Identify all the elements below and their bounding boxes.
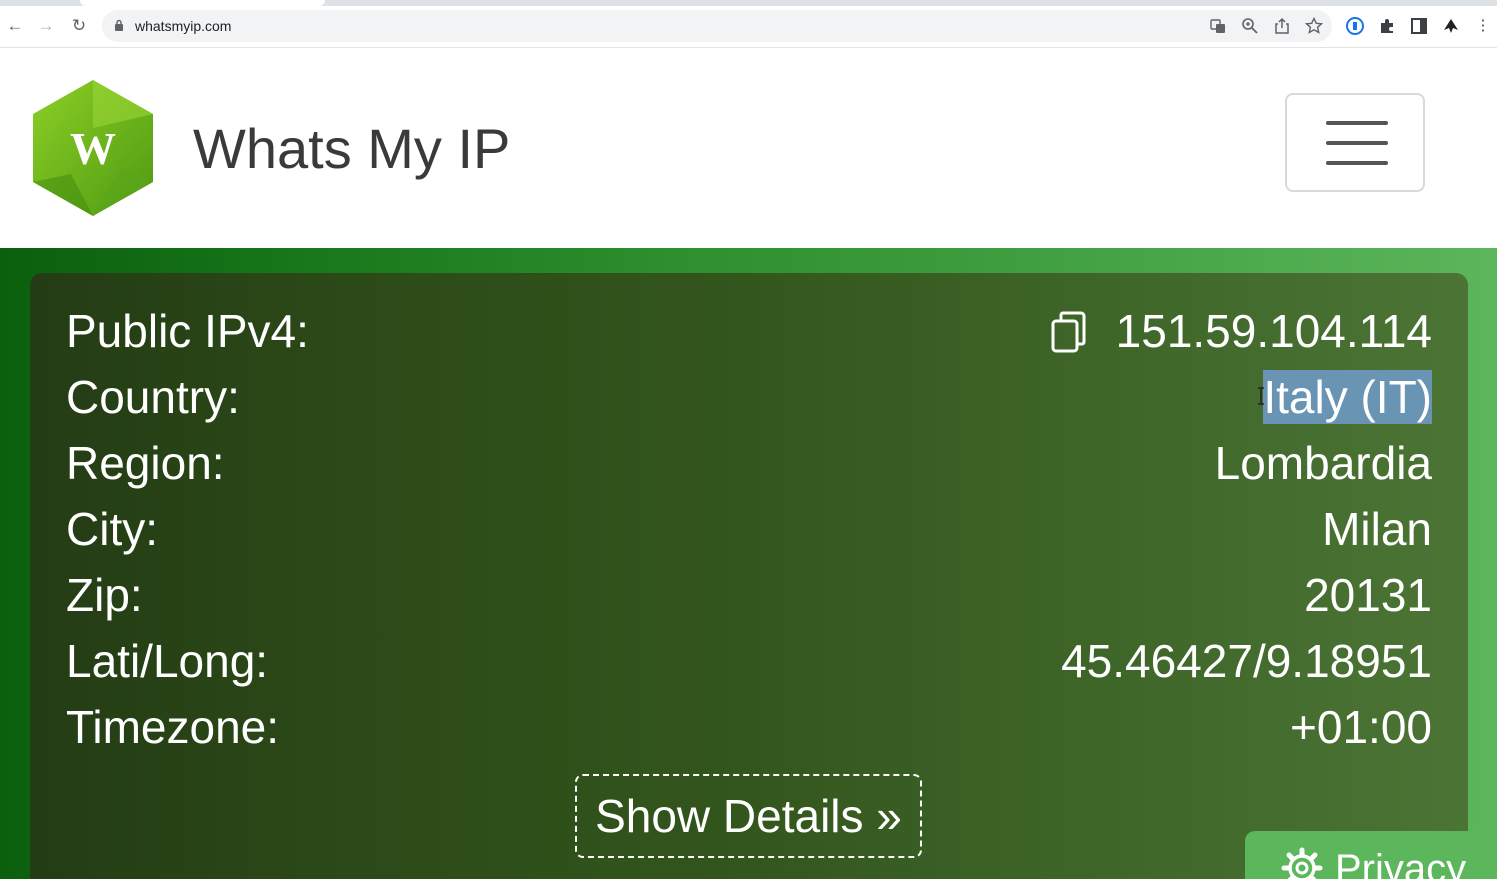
ipv4-label: Public IPv4:	[66, 305, 309, 357]
zip-value[interactable]: 20131	[1304, 568, 1432, 622]
info-row-ipv4: Public IPv4: 151.59.104.114	[66, 298, 1432, 364]
address-bar[interactable]: whatsmyip.com	[102, 10, 1332, 42]
reload-icon[interactable]: ↻	[67, 14, 91, 38]
browser-toolbar: ← → ↻ whatsmyip.com ⋮	[0, 6, 1497, 48]
info-row-city: City: Milan	[66, 496, 1432, 562]
puzzle-icon[interactable]	[1377, 16, 1397, 36]
share-icon[interactable]	[1272, 16, 1292, 36]
privacy-button[interactable]: Privacy	[1245, 831, 1497, 879]
info-row-timezone: Timezone: +01:00	[66, 694, 1432, 760]
menu-line-icon	[1326, 121, 1388, 125]
text-cursor-icon	[1258, 387, 1264, 405]
sidepanel-icon[interactable]	[1409, 16, 1429, 36]
site-header: W Whats My IP	[0, 48, 1497, 248]
copy-icon[interactable]	[1050, 310, 1088, 354]
city-value[interactable]: Milan	[1322, 502, 1432, 556]
menu-line-icon	[1326, 161, 1388, 165]
country-label: Country:	[66, 371, 240, 423]
logo-letter: W	[70, 123, 116, 174]
bookmark-star-icon[interactable]	[1304, 16, 1324, 36]
site-title[interactable]: Whats My IP	[193, 116, 510, 181]
lock-icon	[115, 19, 123, 31]
extension-icon[interactable]	[1345, 16, 1365, 36]
city-label: City:	[66, 503, 158, 555]
gear-icon	[1281, 847, 1323, 879]
menu-line-icon	[1326, 141, 1388, 145]
site-logo[interactable]: W	[31, 78, 155, 218]
latlong-value[interactable]: 45.46427/9.18951	[1061, 634, 1432, 688]
info-row-latlong: Lati/Long: 45.46427/9.18951	[66, 628, 1432, 694]
zoom-icon[interactable]	[1240, 16, 1260, 36]
country-value[interactable]: Italy (IT)	[1263, 370, 1432, 424]
privacy-label: Privacy	[1335, 847, 1467, 879]
timezone-label: Timezone:	[66, 701, 280, 753]
info-row-zip: Zip: 20131	[66, 562, 1432, 628]
region-value[interactable]: Lombardia	[1215, 436, 1432, 490]
more-icon[interactable]: ⋮	[1473, 16, 1493, 36]
forward-icon[interactable]: →	[34, 14, 58, 38]
url-text[interactable]: whatsmyip.com	[135, 18, 231, 34]
translate-icon[interactable]	[1208, 16, 1228, 36]
ipv4-value[interactable]: 151.59.104.114	[1116, 304, 1432, 358]
profile-icon[interactable]	[1441, 16, 1461, 36]
latlong-label: Lati/Long:	[66, 635, 269, 687]
zip-label: Zip:	[66, 569, 143, 621]
region-label: Region:	[66, 437, 225, 489]
show-details-button[interactable]: Show Details »	[575, 774, 922, 858]
hamburger-menu-button[interactable]	[1285, 93, 1425, 192]
info-row-country: Country: Italy (IT)	[66, 364, 1432, 430]
info-row-region: Region: Lombardia	[66, 430, 1432, 496]
timezone-value[interactable]: +01:00	[1290, 700, 1432, 754]
back-icon[interactable]: ←	[3, 14, 27, 38]
